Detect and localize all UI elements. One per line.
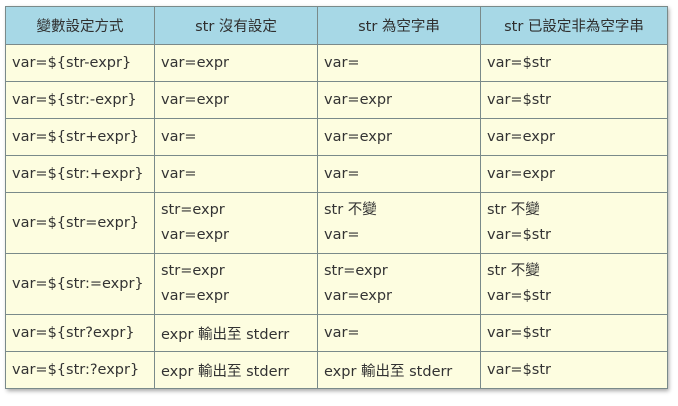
cell-str-empty: expr 輸出至 stderr xyxy=(317,351,481,389)
cell-method: var=${str?expr} xyxy=(5,314,155,352)
variable-substitution-table-container: 變數設定方式 str 沒有設定 str 為空字串 str 已設定非為空字串 va… xyxy=(5,6,668,389)
cell-str-unset-line: var=expr xyxy=(161,55,229,71)
cell-str-unset: expr 輸出至 stderr xyxy=(154,314,318,352)
table-row: var=${str:+expr} var= var= var=expr xyxy=(5,155,668,193)
cell-str-set-line: var=$str xyxy=(487,55,552,71)
cell-method: var=${str:-expr} xyxy=(5,81,155,119)
cell-str-unset: var= xyxy=(154,118,318,156)
header-str-unset: str 沒有設定 xyxy=(154,6,318,45)
cell-str-set-line: str 不變 xyxy=(487,263,540,279)
cell-str-empty-line: var= xyxy=(324,325,360,341)
cell-str-empty-line: str=expr xyxy=(324,263,388,279)
table-header: 變數設定方式 str 沒有設定 str 為空字串 str 已設定非為空字串 xyxy=(5,6,668,45)
cell-str-unset-line: var= xyxy=(161,166,197,182)
table-row: var=${str+expr} var= var=expr var=expr xyxy=(5,118,668,156)
table-row: var=${str-expr} var=expr var= var=$str xyxy=(5,44,668,82)
table-body: var=${str-expr} var=expr var= var=$str var=$… xyxy=(5,44,668,389)
cell-str-empty-line: var=expr xyxy=(324,92,392,108)
cell-str-empty: var= xyxy=(317,314,481,352)
header-str-set: str 已設定非為空字串 xyxy=(480,6,668,45)
cell-str-unset-line: var=expr xyxy=(161,227,229,243)
cell-str-set-line: var=expr xyxy=(487,166,555,182)
cell-method: var=${str=expr} xyxy=(5,192,155,254)
cell-str-set: var=expr xyxy=(480,155,668,193)
header-method: 變數設定方式 xyxy=(5,6,155,45)
table-row: var=${str:-expr} var=expr var=expr var=$str xyxy=(5,81,668,119)
cell-method: var=${str+expr} xyxy=(5,118,155,156)
cell-str-set-line: var=$str xyxy=(487,325,552,341)
cell-str-set: var=$str xyxy=(480,44,668,82)
cell-str-unset: var= xyxy=(154,155,318,193)
cell-str-empty-line: var= xyxy=(324,166,360,182)
cell-str-empty: str 不變 var= xyxy=(317,192,481,254)
table-row: var=${str:=expr} str=expr var=expr str=expr… xyxy=(5,253,668,315)
cell-str-set: var=$str xyxy=(480,351,668,389)
cell-str-empty-line: var= xyxy=(324,55,360,71)
cell-str-set-line: var=$str xyxy=(487,288,552,304)
variable-substitution-table: 變數設定方式 str 沒有設定 str 為空字串 str 已設定非為空字串 va… xyxy=(5,6,668,389)
cell-str-unset-line: var=expr xyxy=(161,92,229,108)
cell-str-unset-line: var=expr xyxy=(161,288,229,304)
cell-str-unset: expr 輸出至 stderr xyxy=(154,351,318,389)
cell-str-set: str 不變 var=$str xyxy=(480,192,668,254)
cell-method: var=${str:=expr} xyxy=(5,253,155,315)
cell-method: var=${str:?expr} xyxy=(5,351,155,389)
table-row: var=${str:?expr} expr 輸出至 stderr expr 輸出至 … xyxy=(5,351,668,389)
cell-str-empty: var= xyxy=(317,155,481,193)
cell-str-unset: var=expr xyxy=(154,81,318,119)
cell-str-empty-line: var=expr xyxy=(324,288,392,304)
cell-str-empty: var=expr xyxy=(317,81,481,119)
cell-str-empty: str=expr var=expr xyxy=(317,253,481,315)
cell-str-set: var=$str xyxy=(480,314,668,352)
cell-str-set-line: var=expr xyxy=(487,129,555,145)
cell-str-empty-line: str 不變 xyxy=(324,202,377,218)
cell-str-unset-line: expr 輸出至 stderr xyxy=(161,363,290,380)
cell-str-set: str 不變 var=$str xyxy=(480,253,668,315)
cell-str-set-line: var=$str xyxy=(487,227,552,243)
cell-str-unset-line: str=expr xyxy=(161,263,225,279)
cell-str-set-line: var=$str xyxy=(487,92,552,108)
cell-str-set-line: var=$str xyxy=(487,362,552,378)
cell-str-unset-line: str=expr xyxy=(161,202,225,218)
cell-str-empty-line: var= xyxy=(324,227,360,243)
cell-str-unset: var=expr xyxy=(154,44,318,82)
header-row: 變數設定方式 str 沒有設定 str 為空字串 str 已設定非為空字串 xyxy=(5,6,668,45)
cell-str-set: var=$str xyxy=(480,81,668,119)
cell-str-unset: str=expr var=expr xyxy=(154,253,318,315)
cell-method: var=${str-expr} xyxy=(5,44,155,82)
cell-str-unset-line: expr 輸出至 stderr xyxy=(161,326,290,343)
table-row: var=${str?expr} expr 輸出至 stderr var= var=$s… xyxy=(5,314,668,352)
cell-str-set: var=expr xyxy=(480,118,668,156)
cell-str-empty-line: expr 輸出至 stderr xyxy=(324,363,453,380)
cell-str-set-line: str 不變 xyxy=(487,202,540,218)
cell-str-unset: str=expr var=expr xyxy=(154,192,318,254)
cell-str-empty: var=expr xyxy=(317,118,481,156)
table-row: var=${str=expr} str=expr var=expr str 不變 var… xyxy=(5,192,668,254)
header-str-empty: str 為空字串 xyxy=(317,6,481,45)
cell-method: var=${str:+expr} xyxy=(5,155,155,193)
cell-str-empty-line: var=expr xyxy=(324,129,392,145)
cell-str-unset-line: var= xyxy=(161,129,197,145)
cell-str-empty: var= xyxy=(317,44,481,82)
